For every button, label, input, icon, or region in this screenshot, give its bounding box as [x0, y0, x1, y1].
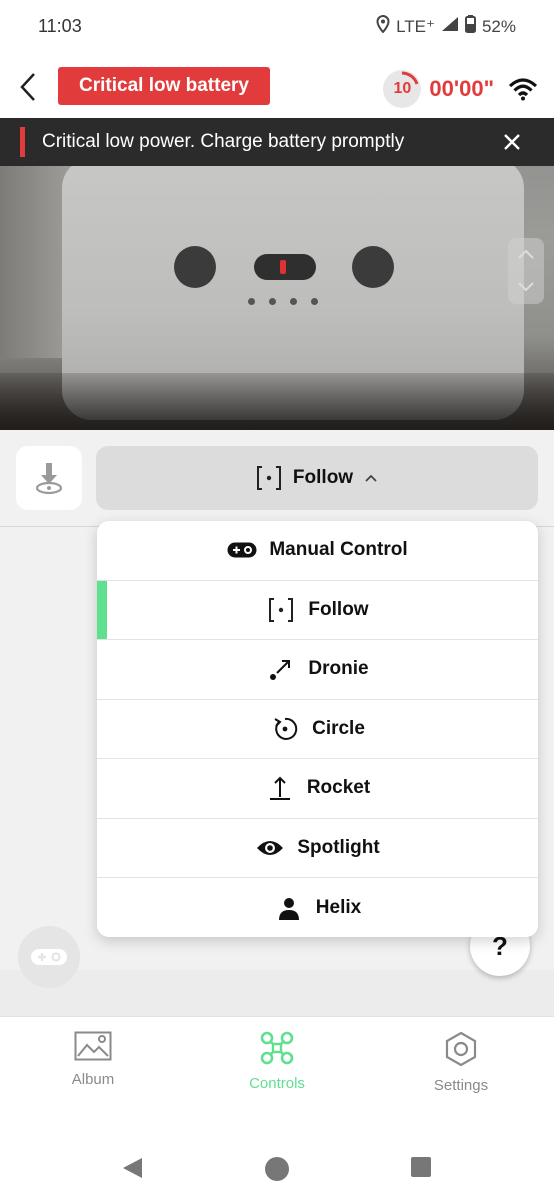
- settings-hex-icon: [445, 1031, 477, 1067]
- menu-item-circle[interactable]: Circle: [97, 700, 538, 759]
- follow-icon: [266, 597, 296, 623]
- album-icon: [74, 1031, 112, 1061]
- battery-countdown-value: 10: [393, 80, 412, 97]
- follow-icon: [256, 466, 281, 490]
- signal-icon: [441, 16, 459, 37]
- system-recents-icon[interactable]: [410, 1156, 432, 1178]
- network-type: LTE⁺: [396, 16, 435, 36]
- nav-label: Settings: [433, 1077, 489, 1094]
- drone-icon: [260, 1031, 294, 1065]
- wifi-icon: [508, 78, 538, 101]
- critical-battery-chip: Critical low battery: [58, 67, 270, 105]
- gimbal-control[interactable]: [508, 238, 544, 304]
- status-bar: 11:03 LTE⁺ 52%: [0, 0, 554, 56]
- low-power-message: Critical low power. Charge battery promp…: [42, 131, 405, 152]
- location-icon: [376, 14, 390, 38]
- battery-countdown-badge: 10: [383, 70, 422, 108]
- flight-timer: 10 00'00": [383, 70, 538, 108]
- nav-item-settings[interactable]: Settings: [396, 1031, 526, 1094]
- status-time: 11:03: [38, 16, 82, 36]
- circle-orbit-icon: [270, 716, 300, 742]
- low-power-banner: Critical low power. Charge battery promp…: [0, 118, 554, 166]
- menu-item-label: Spotlight: [297, 836, 380, 858]
- top-bar: Critical low battery 10 00'00": [0, 56, 554, 118]
- chevron-up-icon: [365, 474, 377, 482]
- menu-item-follow[interactable]: Follow: [97, 580, 538, 640]
- system-home-icon[interactable]: [264, 1156, 290, 1182]
- menu-item-label: Follow: [308, 598, 369, 620]
- battery-percent: 52%: [481, 16, 516, 36]
- selected-indicator: [97, 580, 107, 639]
- gamepad-icon: [227, 537, 257, 563]
- status-indicators: LTE⁺ 52%: [376, 14, 516, 38]
- gamepad-icon: [31, 949, 67, 965]
- manual-control-fab[interactable]: [18, 926, 80, 988]
- current-mode-label: Follow: [292, 467, 354, 488]
- mode-selector-button[interactable]: Follow: [96, 446, 538, 510]
- close-icon[interactable]: [502, 132, 522, 152]
- menu-item-label: Circle: [312, 717, 365, 739]
- back-button[interactable]: [14, 70, 44, 104]
- chevron-up-icon: [518, 249, 534, 259]
- landing-icon: [35, 463, 63, 495]
- menu-item-manual-control[interactable]: Manual Control: [97, 521, 538, 581]
- nav-label: Album: [71, 1071, 115, 1088]
- eye-icon: [255, 835, 285, 861]
- rocket-icon: [265, 775, 295, 801]
- battery-icon: [464, 15, 476, 38]
- menu-item-helix[interactable]: Helix: [97, 878, 538, 937]
- dronie-icon: [266, 656, 296, 682]
- chevron-left-icon: [20, 73, 35, 101]
- system-nav-bar: [0, 1116, 554, 1200]
- mode-menu: Manual Control Follow Dronie Circle Rock…: [97, 521, 538, 937]
- nav-item-album[interactable]: Album: [28, 1031, 158, 1088]
- nav-label: Controls: [249, 1075, 305, 1092]
- system-back-icon[interactable]: [120, 1156, 144, 1180]
- timer-value: 00'00": [429, 76, 494, 101]
- bottom-nav: Album Controls Settings: [0, 1016, 554, 1116]
- menu-item-spotlight[interactable]: Spotlight: [97, 819, 538, 878]
- takeoff-land-button[interactable]: [16, 446, 82, 510]
- menu-item-dronie[interactable]: Dronie: [97, 640, 538, 700]
- chevron-down-icon: [518, 282, 534, 292]
- person-icon: [274, 895, 304, 921]
- menu-item-label: Rocket: [306, 777, 371, 799]
- menu-item-label: Helix: [315, 896, 362, 918]
- menu-item-rocket[interactable]: Rocket: [97, 759, 538, 819]
- menu-item-label: Manual Control: [269, 539, 408, 561]
- menu-item-label: Dronie: [308, 658, 369, 680]
- nav-item-controls[interactable]: Controls: [212, 1031, 342, 1092]
